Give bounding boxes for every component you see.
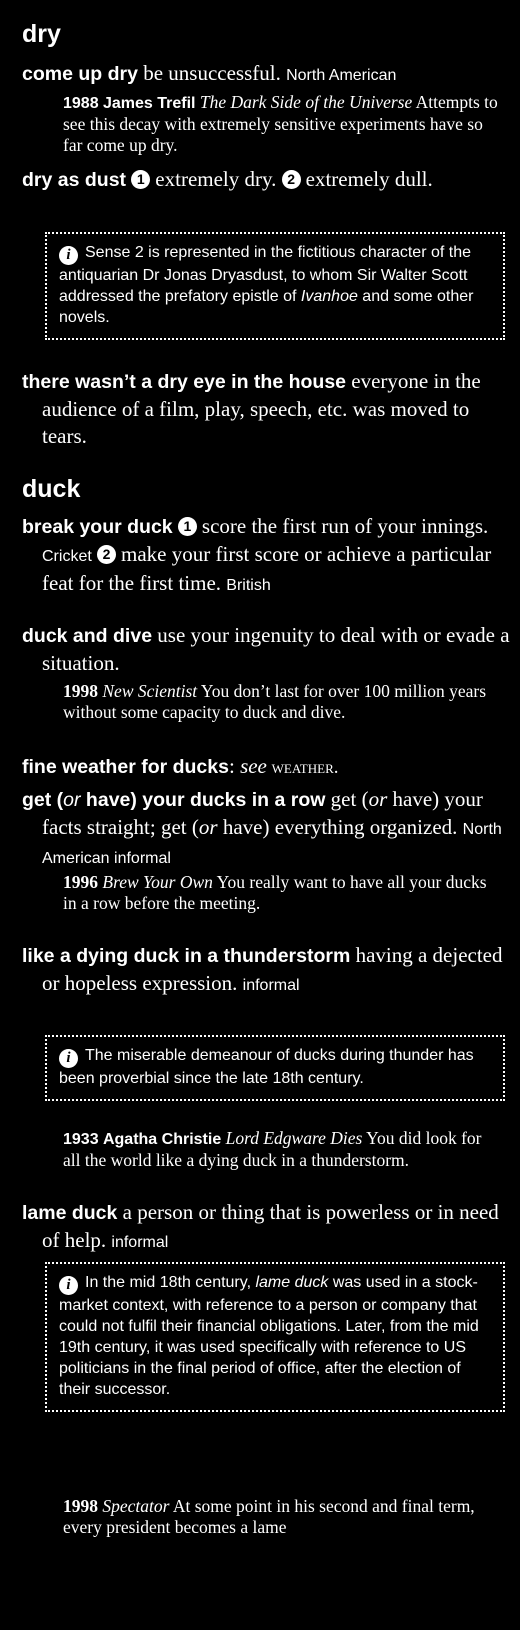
definition: be unsuccessful.: [137, 61, 287, 85]
quote-year: 1988: [63, 95, 99, 112]
quote-source: Spectator: [102, 1496, 170, 1516]
phrase: come up dry: [22, 63, 138, 85]
usage-label-2: British: [226, 577, 271, 594]
entry-dry-as-dust: dry as dust 1 extremely dry. 2 extremely d…: [22, 166, 517, 194]
note-dying-duck: i The miserable demeanour of ducks during…: [45, 1035, 505, 1101]
sense-1: extremely dry.: [155, 167, 282, 191]
headword-duck: duck: [22, 475, 81, 503]
phrase: there wasn’t a dry eye in the house: [22, 371, 347, 393]
sense-number-2: 2: [97, 545, 117, 564]
info-icon: i: [59, 246, 78, 265]
quote-come-up-dry: 1988 James Trefil The Dark Side of the U…: [63, 92, 503, 156]
entry-dying-duck: like a dying duck in a thunderstorm havi…: [22, 942, 517, 999]
headword-dry: dry: [22, 20, 61, 48]
note-lame-duck: i In the mid 18th century, lame duck was …: [45, 1262, 505, 1412]
quote-year: 1996: [63, 872, 98, 892]
note-italic: Ivanhoe: [300, 288, 358, 305]
quote-duck-and-dive: 1998 New Scientist You don’t last for ov…: [63, 681, 503, 723]
cross-reference: weather.: [266, 757, 339, 778]
quote-lame-duck: 1998 Spectator At some point in his seco…: [63, 1496, 503, 1538]
entry-ducks-in-a-row: get (or have) your ducks in a row get (o…: [22, 786, 517, 872]
entry-duck-and-dive: duck and dive use your ingenuity to deal…: [22, 622, 517, 677]
phrase: break your duck: [22, 516, 173, 538]
usage-label-1: Cricket: [42, 548, 92, 565]
note-italic: lame duck: [255, 1274, 329, 1291]
entry-come-up-dry: come up dry be unsuccessful. North Ameri…: [22, 60, 517, 89]
phrase: duck and dive: [22, 625, 153, 647]
usage-label: informal: [111, 1234, 169, 1251]
entry-lame-duck: lame duck a person or thing that is powe…: [22, 1199, 517, 1256]
quote-year: 1998: [63, 681, 98, 701]
info-icon: i: [59, 1049, 78, 1068]
sense-2: extremely dull.: [305, 167, 433, 191]
quote-source: The Dark Side of the Universe: [199, 92, 413, 112]
quote-source: Brew Your Own: [102, 872, 213, 892]
note-text: The miserable demeanour of ducks during …: [59, 1047, 474, 1087]
quote-source: Lord Edgware Dies: [225, 1128, 363, 1148]
sense-1: score the first run of your innings.: [201, 514, 489, 538]
note-dry-as-dust: i Sense 2 is represented in the fictitiou…: [45, 232, 505, 340]
usage-label: informal: [242, 977, 300, 994]
sense-number-1: 1: [131, 170, 151, 189]
quote-year: 1933: [63, 1131, 99, 1148]
phrase: like a dying duck in a thunderstorm: [22, 945, 351, 967]
quote-source: New Scientist: [102, 681, 198, 701]
entry-dry-eye: there wasn’t a dry eye in the house ever…: [22, 368, 517, 450]
quote-author: James Trefil: [102, 95, 196, 112]
info-icon: i: [59, 1276, 78, 1295]
see-label: see: [240, 754, 267, 778]
phrase: lame duck: [22, 1202, 118, 1224]
quote-author: Agatha Christie: [102, 1131, 222, 1148]
sense-number-1: 1: [177, 517, 197, 536]
quote-year: 1998: [63, 1496, 98, 1516]
entry-fine-weather: fine weather for ducks: see weather.: [22, 753, 517, 781]
note-text: In the mid 18th century,: [85, 1274, 256, 1291]
phrase: get (or have) your ducks in a row: [22, 789, 326, 811]
phrase: fine weather for ducks: [22, 756, 229, 778]
colon: :: [228, 754, 241, 778]
dictionary-page: dry come up dry be unsuccessful. North A…: [0, 0, 520, 1630]
sense-number-2: 2: [281, 170, 301, 189]
phrase: dry as dust: [22, 169, 127, 191]
usage-label: North American: [286, 67, 397, 84]
entry-break-your-duck: break your duck 1 score the first run of …: [22, 513, 517, 599]
quote-ducks-in-a-row: 1996 Brew Your Own You really want to ha…: [63, 872, 503, 914]
quote-dying-duck: 1933 Agatha Christie Lord Edgware Dies Y…: [63, 1128, 503, 1171]
note-text-end: was used in a stock-market context, with…: [59, 1274, 479, 1398]
